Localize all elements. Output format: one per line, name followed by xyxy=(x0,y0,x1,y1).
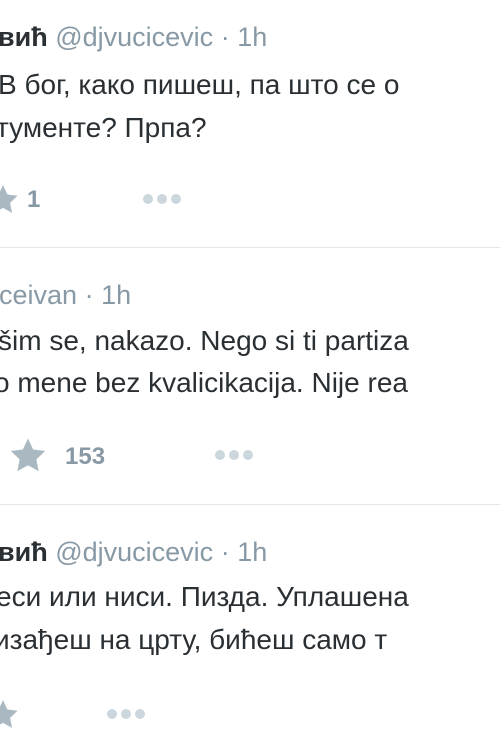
like-count[interactable]: 1 xyxy=(27,185,40,215)
author-name[interactable]: виħ xyxy=(0,22,48,52)
separator-dot: · xyxy=(220,22,230,52)
tweet-text-line: šim se, nakazo. Nego si ti partiza xyxy=(0,325,409,356)
timestamp[interactable]: 1h xyxy=(237,22,267,52)
tweet-text-line: тументе? Прпа? xyxy=(0,112,207,143)
tweet-text-line: изађеш на црту, бићеш само т xyxy=(0,624,388,655)
tweet-header: виħ @djvucicevic · 1h xyxy=(0,20,267,54)
tweet-text-line: еси или ниси. Пизда. Уплашена xyxy=(0,581,409,612)
tweet-text-line: В бог, како пишеш, па што се о xyxy=(0,69,400,100)
more-dots-icon[interactable] xyxy=(215,450,257,462)
author-name[interactable]: виħ xyxy=(0,537,48,567)
star-icon[interactable] xyxy=(8,436,48,476)
tweet-actions: 1 xyxy=(0,180,500,220)
timestamp[interactable]: 1h xyxy=(101,280,131,310)
tweet-actions: 153 xyxy=(0,436,500,476)
timestamp[interactable]: 1h xyxy=(237,537,267,567)
separator-dot: · xyxy=(220,537,230,567)
author-handle[interactable]: @djvucicevic xyxy=(55,537,213,567)
separator-dot: · xyxy=(84,280,94,310)
tweet[interactable]: виħ @djvucicevic · 1h еси или ниси. Пизд… xyxy=(0,505,500,750)
tweet-text-line: o mene bez kvalicikacija. Nije rea xyxy=(0,367,408,398)
more-dots-icon[interactable] xyxy=(143,194,185,206)
tweet[interactable]: виħ @djvucicevic · 1h В бог, како пишеш,… xyxy=(0,0,500,247)
tweet-header: ceivan · 1h xyxy=(0,278,131,312)
star-icon[interactable] xyxy=(0,183,20,217)
star-icon[interactable] xyxy=(0,698,20,732)
tweet[interactable]: ceivan · 1h šim se, nakazo. Nego si ti p… xyxy=(0,248,500,504)
tweet-actions xyxy=(0,695,500,735)
tweet-header: виħ @djvucicevic · 1h xyxy=(0,535,267,569)
author-handle[interactable]: @djvucicevic xyxy=(55,22,213,52)
author-handle[interactable]: ceivan xyxy=(0,280,77,310)
more-dots-icon[interactable] xyxy=(107,709,149,721)
like-count[interactable]: 153 xyxy=(65,442,105,472)
